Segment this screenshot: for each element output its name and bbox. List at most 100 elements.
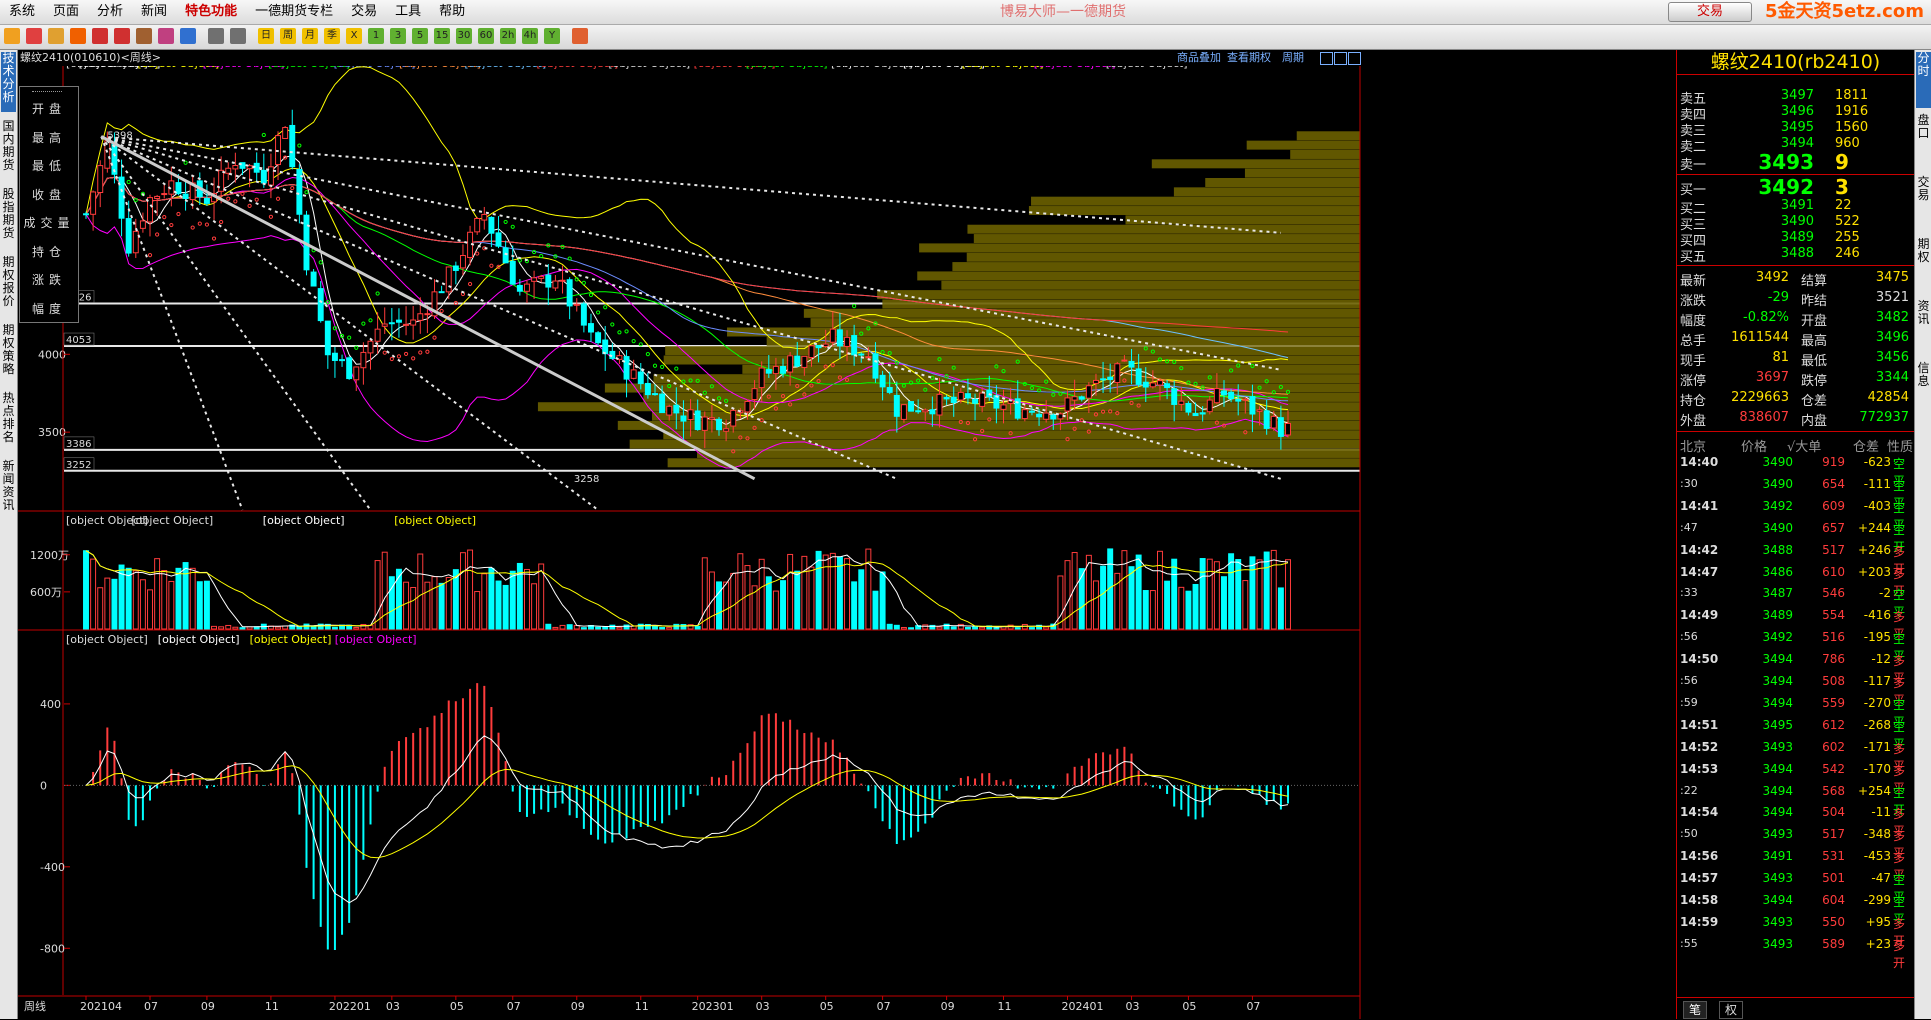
calc-icon[interactable]: [230, 28, 246, 44]
info-row-label: 持仓: [31, 244, 66, 259]
candle-body: [1043, 412, 1050, 420]
calc2-icon[interactable]: [572, 28, 588, 44]
volume-tick-label: 600万: [30, 586, 62, 599]
menu-item-4[interactable]: 特色功能: [176, 0, 246, 24]
volume-profile-bar: [665, 346, 1360, 356]
info-row-label: 成交量: [23, 216, 75, 230]
candle-body: [1178, 400, 1185, 405]
stat-value: -29: [1767, 290, 1789, 305]
tick-volume: 546: [1822, 586, 1845, 601]
right-tab-1[interactable]: 盘口: [1916, 114, 1931, 170]
candle-body: [1213, 388, 1220, 404]
bid-price[interactable]: 3489: [1749, 230, 1814, 245]
left-tab-0[interactable]: 技术分析: [1, 52, 16, 112]
left-tab-4[interactable]: 期权策略: [1, 324, 16, 384]
date-tick-label: 11: [265, 1000, 279, 1013]
left-tab-2[interactable]: 股指期货: [1, 188, 16, 248]
volume-profile-bar: [803, 308, 1360, 318]
level-tag: 3386: [63, 436, 95, 450]
left-tab-5[interactable]: 热点排名: [1, 392, 16, 452]
home-icon[interactable]: [26, 28, 42, 44]
y-icon[interactable]: Y: [544, 28, 560, 44]
ask-price[interactable]: 3493: [1749, 150, 1814, 174]
menu-item-6[interactable]: 交易: [342, 0, 386, 24]
tick-price: 3493: [1762, 739, 1793, 754]
bid-price[interactable]: 3490: [1749, 214, 1814, 229]
week-icon[interactable]: 周: [280, 28, 296, 44]
trade-button[interactable]: 交易: [1668, 2, 1752, 22]
stat-value: 3492: [1755, 270, 1789, 285]
bid-price[interactable]: 3491: [1749, 198, 1814, 213]
indicator-label: [object Object]: [536, 66, 618, 70]
left-tab-3[interactable]: 期权报价: [1, 256, 16, 316]
menu-item-5[interactable]: 一德期货专栏: [246, 0, 342, 24]
tick-tab-1[interactable]: 权: [1719, 1001, 1743, 1019]
brush-icon[interactable]: [136, 28, 152, 44]
candle-body: [943, 396, 950, 400]
ask-price[interactable]: 3495: [1749, 120, 1814, 135]
menu-item-0[interactable]: 系统: [0, 0, 44, 24]
draw-icon[interactable]: [180, 28, 196, 44]
ask-price[interactable]: 3497: [1749, 88, 1814, 103]
tick-tab-0[interactable]: 笔: [1683, 1001, 1707, 1019]
volume-profile-bar: [1205, 178, 1360, 187]
search-icon[interactable]: [92, 28, 108, 44]
menu-item-2[interactable]: 分析: [88, 0, 132, 24]
candle-body: [815, 344, 822, 349]
stat-value: 3521: [1875, 290, 1909, 305]
15-icon[interactable]: 15: [434, 28, 450, 44]
right-tab-2[interactable]: 交易: [1916, 176, 1931, 232]
period-link[interactable]: 周期: [1282, 50, 1304, 66]
day-icon[interactable]: 日: [258, 28, 274, 44]
menu-item-7[interactable]: 工具: [386, 0, 430, 24]
volume-bar: [147, 589, 153, 630]
menu-item-3[interactable]: 新闻: [132, 0, 176, 24]
file-icon[interactable]: [70, 28, 86, 44]
window-restore-icon[interactable]: [1334, 52, 1347, 65]
x-icon[interactable]: X: [346, 28, 362, 44]
back-icon[interactable]: [4, 28, 20, 44]
menu-item-8[interactable]: 帮助: [430, 0, 474, 24]
2h-icon[interactable]: 2h: [500, 28, 516, 44]
candle-body: [516, 284, 523, 292]
right-tab-4[interactable]: 资讯: [1916, 300, 1931, 356]
right-tab-3[interactable]: 期权: [1916, 238, 1931, 294]
tick-price: 3491: [1762, 849, 1793, 864]
chart-area[interactable]: [object Object][object Object][object Ob…: [18, 66, 1674, 1019]
volume-profile-bar: [1151, 159, 1360, 169]
candle-body: [758, 367, 765, 389]
ask-price[interactable]: 3494: [1749, 136, 1814, 151]
paint-icon[interactable]: [158, 28, 174, 44]
volume-bar: [83, 550, 89, 630]
30-icon[interactable]: 30: [456, 28, 472, 44]
1-icon[interactable]: 1: [368, 28, 384, 44]
volume-bar: [1178, 586, 1185, 630]
left-tab-6[interactable]: 新闻资讯: [1, 460, 16, 520]
3-icon[interactable]: 3: [390, 28, 406, 44]
quote-icon[interactable]: [48, 28, 64, 44]
left-tab-1[interactable]: 国内期货: [1, 120, 16, 180]
season-icon[interactable]: 季: [324, 28, 340, 44]
window-shrink-icon[interactable]: [1320, 52, 1333, 65]
chart-icon[interactable]: [208, 28, 224, 44]
bid-price[interactable]: 3488: [1749, 246, 1814, 261]
5-icon[interactable]: 5: [412, 28, 428, 44]
volume-profile-bar: [967, 224, 1360, 234]
overlay-commodity-link[interactable]: 商品叠加: [1177, 50, 1221, 66]
trade-label: 交易: [1696, 4, 1723, 19]
volume-bar: [851, 581, 858, 630]
60-icon[interactable]: 60: [478, 28, 494, 44]
view-options-link[interactable]: 查看期权: [1227, 50, 1271, 66]
right-tab-5[interactable]: 信息: [1916, 362, 1931, 418]
candle-body: [659, 393, 666, 414]
right-tab-0[interactable]: 分时: [1916, 52, 1931, 108]
ask-price[interactable]: 3496: [1749, 104, 1814, 119]
stat-value: 42854: [1867, 390, 1909, 405]
search2-icon[interactable]: [114, 28, 130, 44]
window-expand-icon[interactable]: [1348, 52, 1361, 65]
month-icon[interactable]: 月: [302, 28, 318, 44]
volume-profile-bar: [877, 290, 1360, 300]
4h-icon[interactable]: 4h: [522, 28, 538, 44]
menu-item-1[interactable]: 页面: [44, 0, 88, 24]
bid-price[interactable]: 3492: [1749, 175, 1814, 199]
